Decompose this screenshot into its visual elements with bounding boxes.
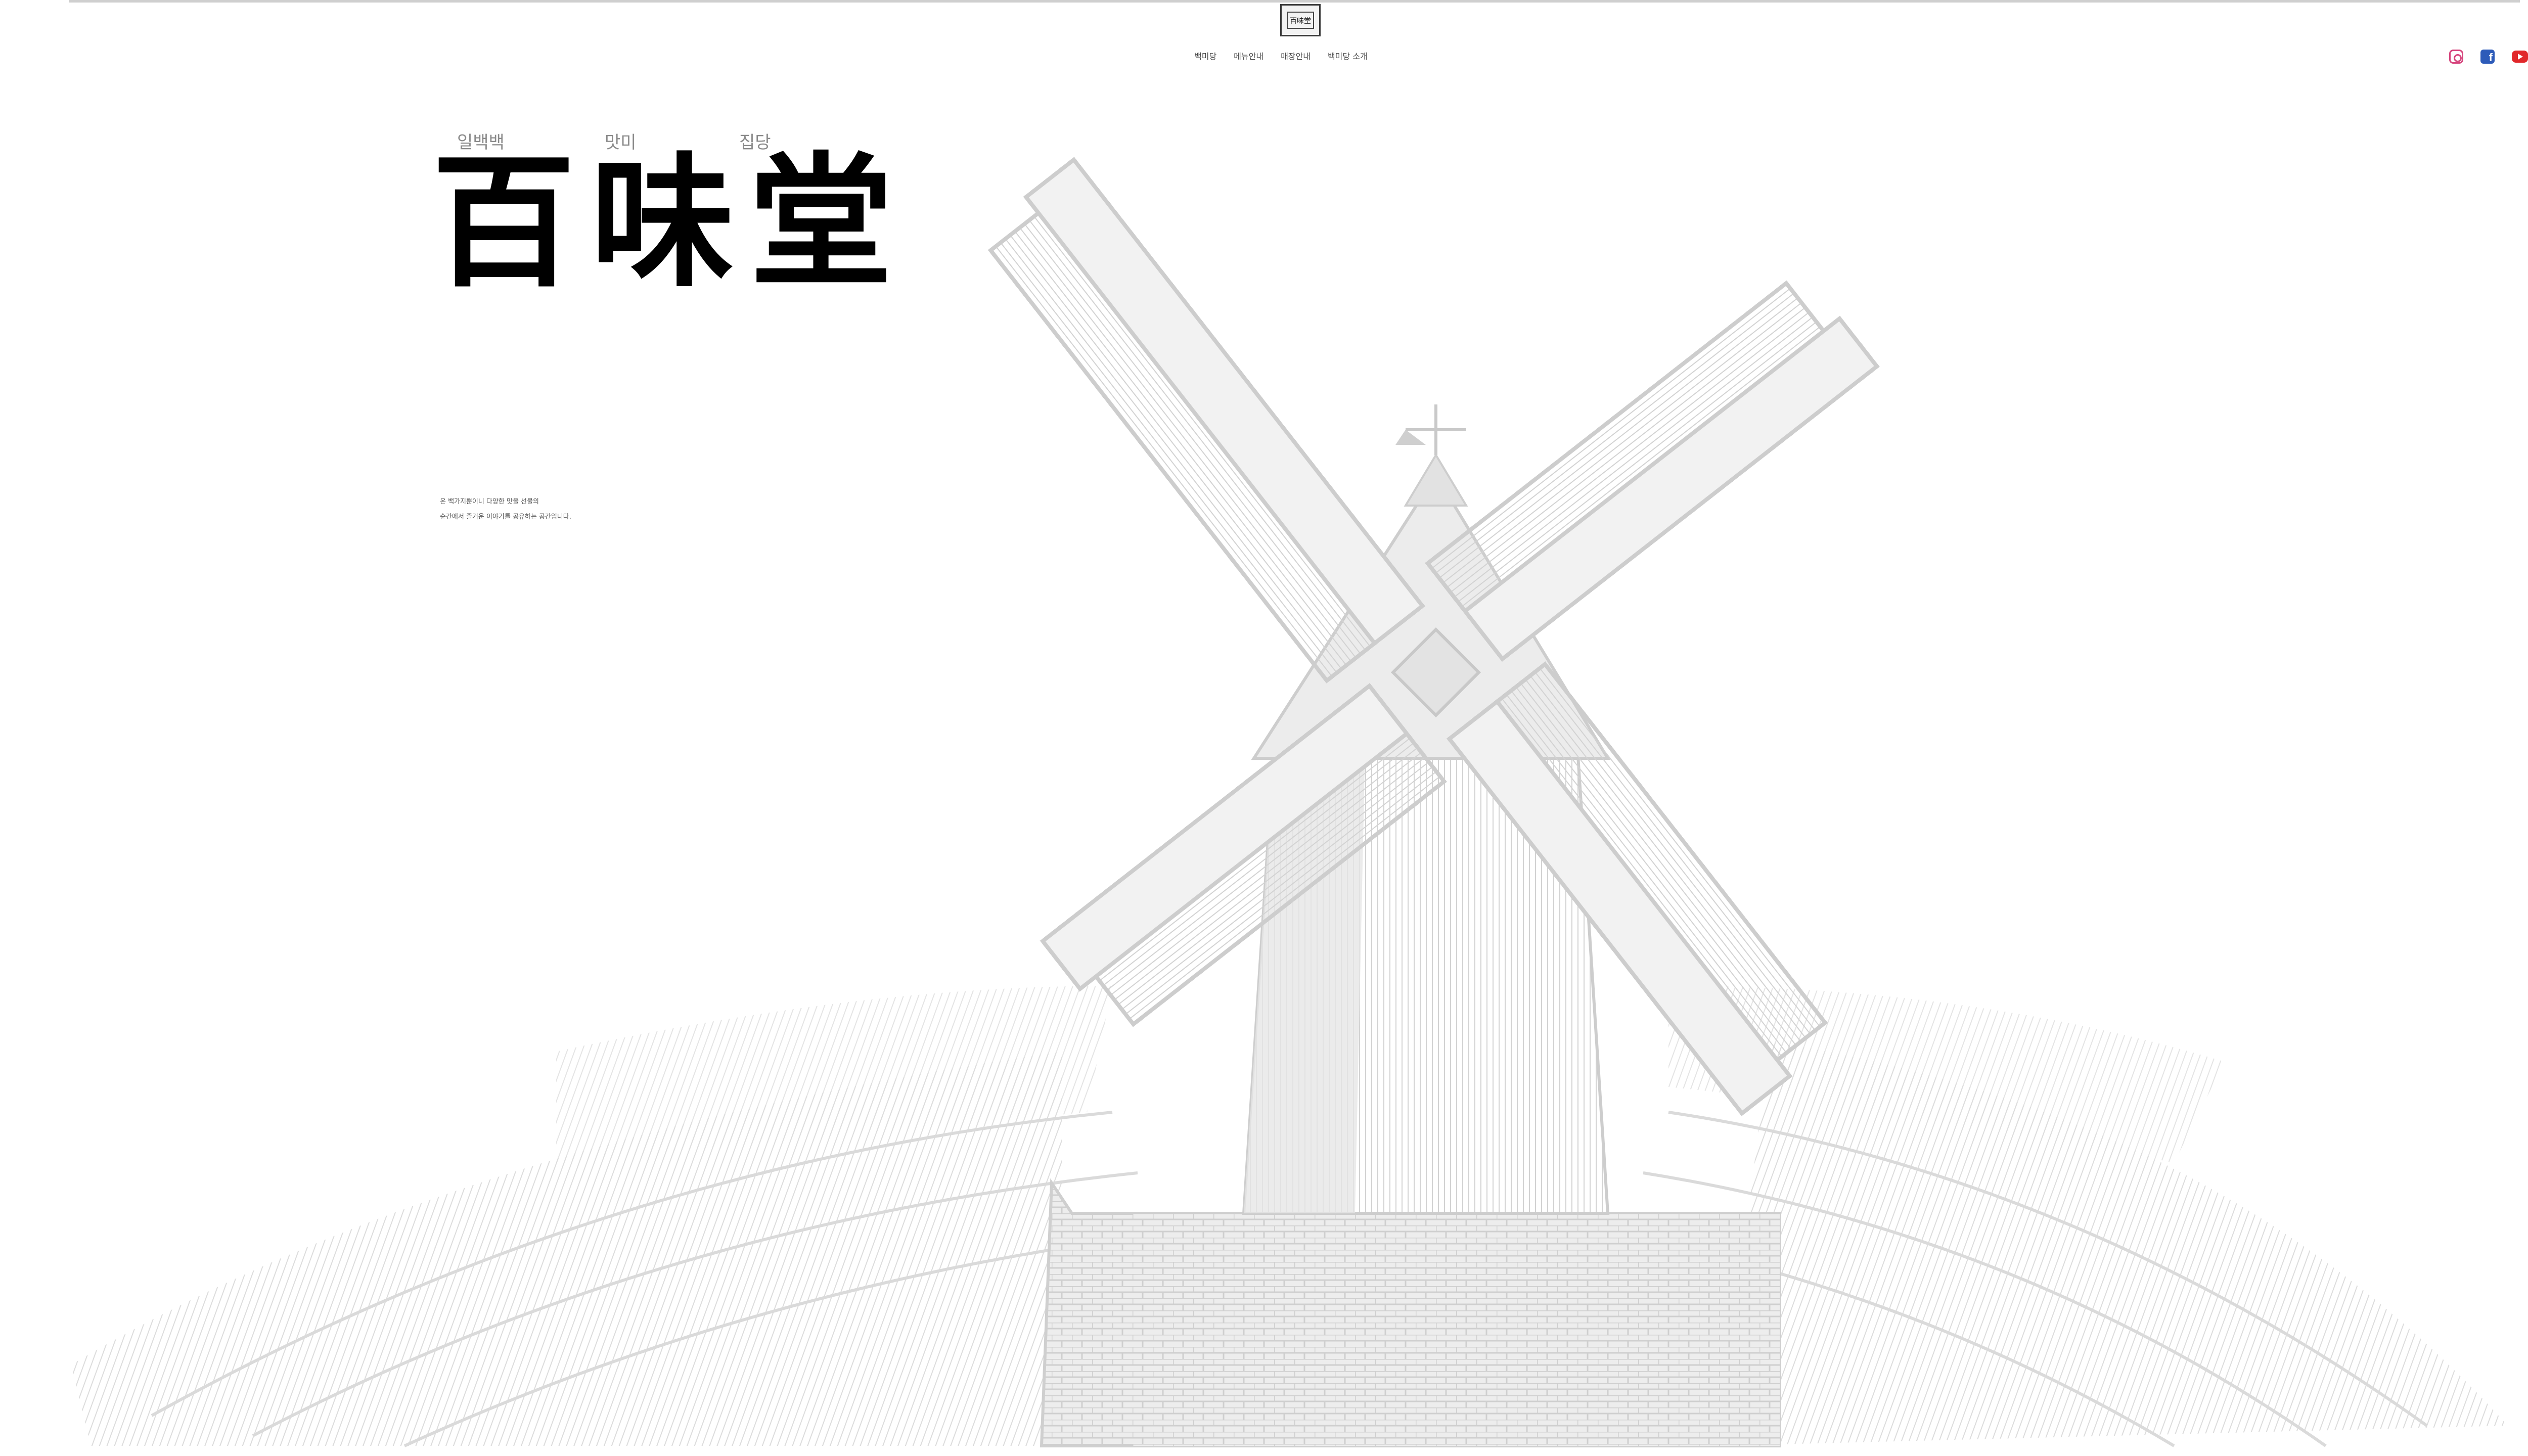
nav-item-menu[interactable]: 메뉴안내 <box>1234 50 1263 62</box>
main-nav: 백미당 메뉴안내 매장안내 백미당 소개 <box>1194 50 1368 62</box>
nav-item-about[interactable]: 백미당 소개 <box>1328 50 1368 62</box>
hero-description-line-2: 순간에서 즐거운 이야기를 공유하는 공간입니다. <box>440 513 571 521</box>
youtube-icon[interactable] <box>2512 51 2528 63</box>
nav-item-stores[interactable]: 매장안내 <box>1281 50 1311 62</box>
hero-title: 百味堂 <box>432 139 908 306</box>
logo-text: 百味堂 <box>1290 17 1311 25</box>
top-divider <box>69 0 2520 3</box>
nav-item-baekmidang[interactable]: 백미당 <box>1194 50 1216 62</box>
hero-description: 온 백가지뿐이니 다양한 맛을 선물의 순간에서 즐거운 이야기를 공유하는 공… <box>440 494 571 525</box>
facebook-icon[interactable]: f <box>2480 50 2495 64</box>
social-links: f <box>2449 50 2528 64</box>
page: 百味堂 백미당 메뉴안내 매장안내 백미당 소개 f 일백백 맛미 집당 百味堂… <box>0 0 2528 1456</box>
hero-description-line-1: 온 백가지뿐이니 다양한 맛을 선물의 <box>440 498 539 506</box>
windmill-illustration <box>71 157 2508 1447</box>
instagram-icon[interactable] <box>2449 50 2463 64</box>
site-logo[interactable]: 百味堂 <box>1280 4 1321 36</box>
